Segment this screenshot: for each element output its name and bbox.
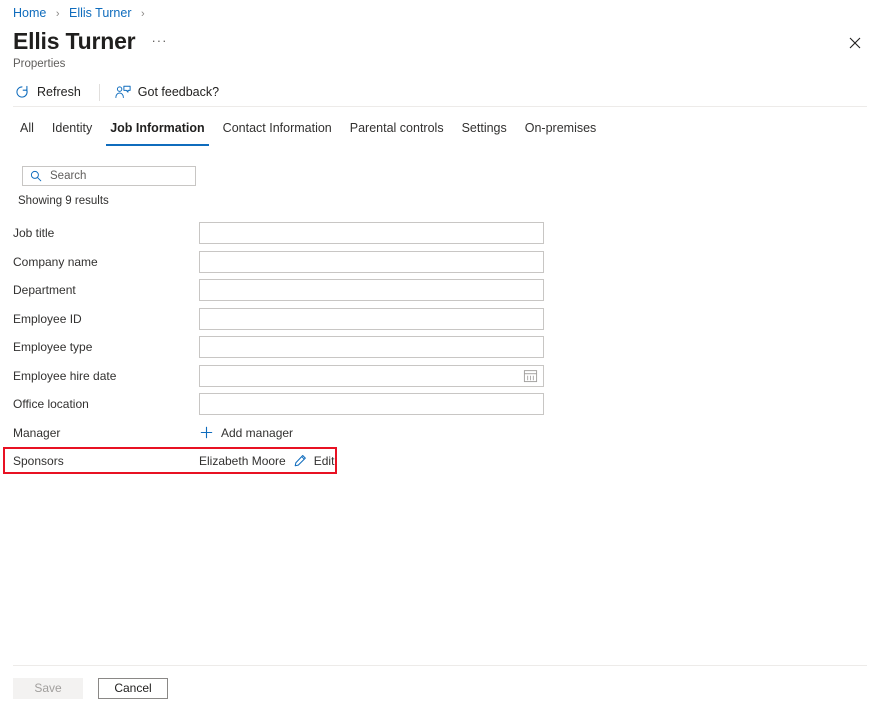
manager-label: Manager: [0, 425, 199, 441]
search-box[interactable]: [22, 166, 196, 186]
tab-job-information[interactable]: Job Information: [101, 120, 213, 146]
close-button[interactable]: [843, 31, 867, 55]
pencil-icon[interactable]: [294, 454, 308, 468]
sponsors-edit-link[interactable]: Edit: [314, 453, 335, 469]
tab-all[interactable]: All: [11, 120, 43, 146]
save-button[interactable]: Save: [13, 678, 83, 699]
job-title-label: Job title: [0, 225, 199, 241]
page-subtitle: Properties: [13, 57, 65, 71]
tab-parental-controls[interactable]: Parental controls: [341, 120, 453, 146]
refresh-label: Refresh: [37, 84, 81, 100]
feedback-person-icon: [114, 83, 132, 101]
employee-type-input[interactable]: [199, 336, 544, 358]
add-manager-button[interactable]: Add manager: [199, 425, 293, 441]
form-row-employee-type: Employee type: [0, 333, 881, 362]
sponsors-value-group: Elizabeth Moore Edit: [199, 453, 334, 469]
job-title-input[interactable]: [199, 222, 544, 244]
results-count: Showing 9 results: [18, 194, 109, 209]
got-feedback-button[interactable]: Got feedback?: [114, 80, 223, 104]
breadcrumb-separator-icon: ›: [56, 8, 60, 20]
employee-hire-date-input[interactable]: [199, 365, 544, 387]
page-title: Ellis Turner: [13, 27, 135, 55]
tab-contact-information[interactable]: Contact Information: [214, 120, 341, 146]
employee-hire-date-label: Employee hire date: [0, 368, 199, 384]
footer-actions: Save Cancel: [13, 678, 168, 699]
tab-identity[interactable]: Identity: [43, 120, 101, 146]
form-row-employee-hire-date: Employee hire date: [0, 362, 881, 391]
form-row-department: Department: [0, 276, 881, 305]
employee-hire-date-wrap: [199, 365, 544, 387]
form-row-sponsors: Sponsors Elizabeth Moore Edit: [0, 447, 881, 474]
department-label: Department: [0, 282, 199, 298]
breadcrumb-separator-icon-2: ›: [141, 8, 145, 20]
form-row-job-title: Job title: [0, 219, 881, 248]
sponsors-label: Sponsors: [0, 453, 199, 469]
properties-panel: Home › Ellis Turner › Ellis Turner ··· P…: [0, 0, 881, 714]
employee-id-input[interactable]: [199, 308, 544, 330]
refresh-icon: [13, 83, 31, 101]
tab-settings[interactable]: Settings: [453, 120, 516, 146]
footer-divider: [13, 665, 867, 666]
tab-bar: All Identity Job Information Contact Inf…: [11, 120, 605, 146]
form-row-employee-id: Employee ID: [0, 305, 881, 334]
form-row-company-name: Company name: [0, 248, 881, 277]
cancel-button[interactable]: Cancel: [98, 678, 168, 699]
breadcrumb-item-ellis-turner[interactable]: Ellis Turner: [69, 6, 132, 20]
tab-on-premises[interactable]: On-premises: [516, 120, 606, 146]
form-row-office-location: Office location: [0, 390, 881, 419]
form-row-manager: Manager Add manager: [0, 419, 881, 448]
got-feedback-label: Got feedback?: [138, 84, 219, 100]
department-input[interactable]: [199, 279, 544, 301]
command-bar-divider: [99, 84, 100, 101]
add-manager-label: Add manager: [221, 425, 293, 441]
office-location-label: Office location: [0, 396, 199, 412]
more-options-icon[interactable]: ···: [151, 33, 167, 48]
job-information-form: Job title Company name Department Employ…: [0, 219, 881, 474]
command-bar: Refresh Got feedback?: [13, 80, 223, 104]
breadcrumb: Home › Ellis Turner ›: [13, 5, 151, 22]
header-divider: [13, 106, 867, 107]
office-location-input[interactable]: [199, 393, 544, 415]
company-name-input[interactable]: [199, 251, 544, 273]
title-row: Ellis Turner ···: [13, 27, 167, 55]
company-name-label: Company name: [0, 254, 199, 270]
search-input[interactable]: [50, 170, 189, 182]
plus-icon: [199, 426, 213, 440]
employee-id-label: Employee ID: [0, 311, 199, 327]
search-icon: [29, 170, 42, 183]
employee-type-label: Employee type: [0, 339, 199, 355]
refresh-button[interactable]: Refresh: [13, 80, 85, 104]
sponsors-value: Elizabeth Moore: [199, 453, 286, 469]
breadcrumb-item-home[interactable]: Home: [13, 6, 46, 20]
